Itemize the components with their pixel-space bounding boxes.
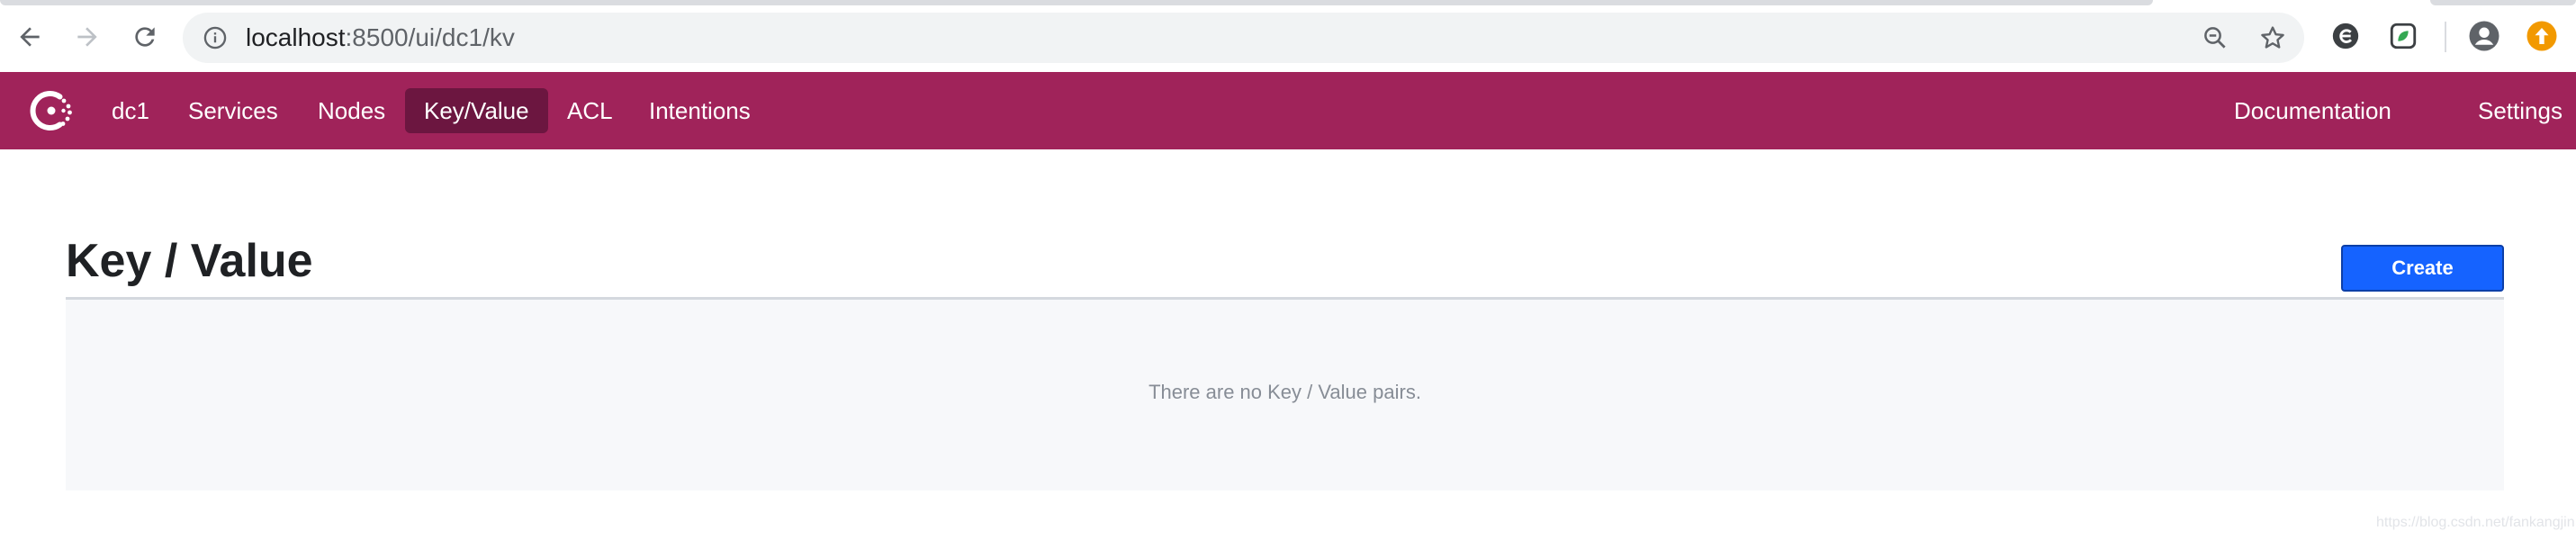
star-icon[interactable] (2256, 22, 2289, 54)
nav-item-services[interactable]: Services (169, 88, 297, 133)
extension-leaf-icon[interactable] (2387, 20, 2419, 52)
info-icon[interactable] (201, 23, 230, 52)
empty-state-message: There are no Key / Value pairs. (1148, 381, 1421, 403)
toolbar-divider (2445, 22, 2446, 52)
nav-item-acl[interactable]: ACL (548, 88, 632, 133)
page-title: Key / Value (66, 235, 313, 287)
empty-state-panel: There are no Key / Value pairs. (66, 300, 2504, 490)
consul-logo-icon[interactable] (25, 85, 77, 137)
update-icon[interactable] (2526, 20, 2558, 52)
nav-item-documentation[interactable]: Documentation (2215, 88, 2410, 133)
forward-arrow-icon[interactable] (65, 14, 110, 59)
extension-e-icon[interactable] (2329, 20, 2362, 52)
nav-item-settings[interactable]: Settings (2459, 88, 2576, 133)
url-text: localhost:8500/ui/dc1/kv (246, 13, 515, 63)
nav-item-intentions[interactable]: Intentions (630, 88, 770, 133)
create-button[interactable]: Create (2341, 245, 2504, 292)
browser-toolbar: localhost:8500/ui/dc1/kv (0, 0, 2576, 72)
watermark: https://blog.csdn.net/fankangjin (2376, 515, 2575, 530)
address-bar[interactable]: localhost:8500/ui/dc1/kv (183, 13, 2304, 63)
url-host: localhost (246, 23, 346, 51)
url-path: :8500/ui/dc1/kv (345, 23, 515, 51)
tab-strip-right (2430, 0, 2576, 5)
nav-item-nodes[interactable]: Nodes (299, 88, 404, 133)
zoom-out-icon[interactable] (2199, 22, 2231, 54)
main-navigation: dc1 Services Nodes Key/Value ACL Intenti… (0, 72, 2576, 149)
back-arrow-icon[interactable] (7, 14, 52, 59)
datacenter-selector[interactable]: dc1 (93, 88, 168, 133)
tab-strip (0, 0, 2153, 5)
nav-item-key-value[interactable]: Key/Value (405, 88, 548, 133)
reload-icon[interactable] (122, 14, 167, 59)
profile-icon[interactable] (2468, 20, 2500, 52)
